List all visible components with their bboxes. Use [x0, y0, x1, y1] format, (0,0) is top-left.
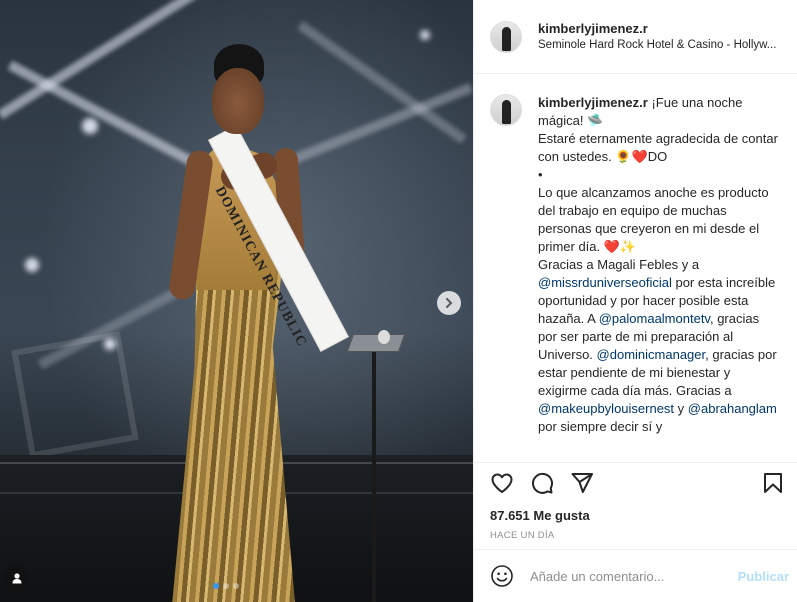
comment-button[interactable] — [522, 463, 562, 503]
share-button[interactable] — [562, 463, 602, 503]
stage-set-panel — [11, 331, 139, 459]
like-button[interactable] — [482, 463, 522, 503]
lectern-top — [346, 334, 406, 352]
carousel-dot — [233, 583, 239, 589]
mention-link[interactable]: @palomaalmontetv — [599, 311, 710, 326]
comment-icon — [532, 472, 554, 494]
mention-link[interactable]: @abrahanglam — [688, 401, 777, 416]
caption-bullet: • — [538, 167, 543, 182]
mic-stand — [372, 340, 376, 602]
post-comment-button[interactable]: Publicar — [738, 569, 789, 584]
stage-spotlight — [25, 258, 39, 272]
post-caption: kimberlyjimenez.r ¡Fue una noche mágica!… — [538, 94, 778, 462]
post-actions — [474, 462, 797, 502]
heart-icon — [491, 473, 513, 493]
post-media[interactable]: DOMINICAN REPUBLIC — [0, 0, 473, 602]
bookmark-icon — [764, 472, 782, 493]
avatar[interactable] — [490, 20, 522, 53]
stage-spotlight — [420, 30, 430, 40]
comments-section[interactable]: kimberlyjimenez.r ¡Fue una noche mágica!… — [474, 74, 797, 462]
caption-text: Gracias a Magali Febles y a — [538, 257, 703, 272]
carousel-indicator — [213, 583, 239, 589]
post-header: kimberlyjimenez.r Seminole Hard Rock Hot… — [474, 0, 797, 74]
likes-count[interactable]: 87.651 Me gusta — [474, 502, 797, 523]
contestant-figure: DOMINICAN REPUBLIC — [160, 40, 349, 602]
stage-spotlight — [82, 118, 98, 134]
person-icon — [12, 573, 22, 584]
mention-link[interactable]: @dominicmanager — [597, 347, 706, 362]
save-button[interactable] — [753, 463, 793, 503]
head — [212, 68, 264, 134]
post-header-text: kimberlyjimenez.r Seminole Hard Rock Hot… — [538, 20, 788, 54]
mention-link[interactable]: @makeupbylouisernest — [538, 401, 674, 416]
post-timestamp[interactable]: HACE UN DÍA — [474, 523, 797, 541]
tagged-users-button[interactable] — [5, 566, 29, 590]
add-comment-bar: Publicar — [474, 549, 797, 602]
post-details-panel: kimberlyjimenez.r Seminole Hard Rock Hot… — [473, 0, 797, 602]
caption-avatar[interactable] — [490, 94, 522, 126]
caption-text: Estaré eternamente agradecida de contar … — [538, 131, 782, 164]
caption-text: y — [674, 401, 688, 416]
mention-link[interactable]: @missrduniverseoficial — [538, 275, 672, 290]
carousel-dot-active — [213, 583, 219, 589]
caption-text: Lo que alcanzamos anoche es producto del… — [538, 185, 773, 254]
carousel-dot — [223, 583, 229, 589]
comment-input[interactable] — [530, 568, 738, 584]
carousel-next-button[interactable] — [437, 291, 461, 315]
microphone — [378, 330, 390, 344]
post-location[interactable]: Seminole Hard Rock Hotel & Casino - Holl… — [538, 37, 788, 54]
post-username[interactable]: kimberlyjimenez.r — [538, 20, 788, 37]
send-icon — [571, 472, 593, 493]
caption-username[interactable]: kimberlyjimenez.r — [538, 95, 648, 110]
chevron-right-icon — [446, 298, 453, 308]
smiley-icon[interactable] — [490, 564, 514, 588]
